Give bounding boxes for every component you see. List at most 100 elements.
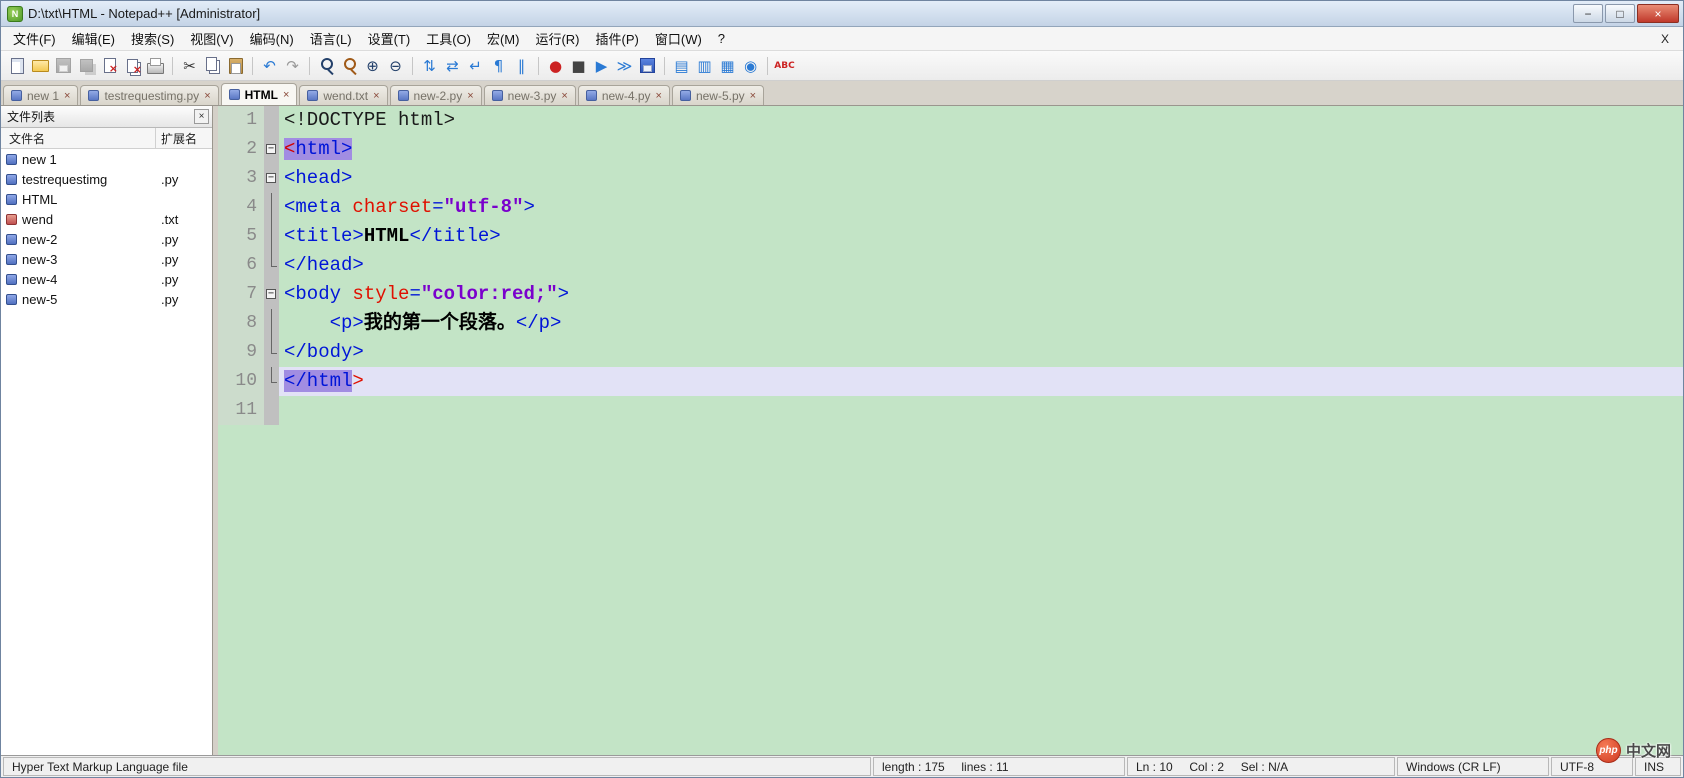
word-wrap-icon[interactable]: ↵ bbox=[465, 55, 486, 76]
tab-close-icon[interactable]: × bbox=[656, 90, 662, 102]
code-text[interactable]: </body> bbox=[279, 338, 1683, 367]
fold-collapse-icon[interactable]: − bbox=[266, 143, 276, 154]
document-tab[interactable]: wend.txt × bbox=[299, 85, 388, 105]
spell-check-icon[interactable]: ABC bbox=[774, 55, 795, 76]
file-row[interactable]: new-3 .py bbox=[1, 249, 212, 269]
editor-line: 1 <!DOCTYPE html> bbox=[218, 106, 1683, 135]
folder-workspace-icon[interactable]: ▦ bbox=[717, 55, 738, 76]
fold-margin[interactable]: − bbox=[264, 280, 279, 309]
close-file-icon[interactable] bbox=[99, 55, 120, 76]
file-list-close-icon[interactable]: × bbox=[194, 109, 209, 124]
menu-item[interactable]: 运行(R) bbox=[527, 26, 587, 51]
file-row[interactable]: new-5 .py bbox=[1, 289, 212, 309]
save-icon[interactable] bbox=[53, 55, 74, 76]
tab-label: new-4.py bbox=[601, 88, 651, 103]
stop-macro-icon[interactable]: ■ bbox=[568, 55, 589, 76]
document-tab[interactable]: new 1 × bbox=[3, 85, 79, 105]
redo-icon[interactable]: ↷ bbox=[282, 55, 303, 76]
editor-area[interactable]: 1 <!DOCTYPE html> 2− <html> 3− <head> 4 <meta c… bbox=[218, 106, 1683, 755]
code-text[interactable] bbox=[279, 396, 1683, 425]
menu-item[interactable]: 语言(L) bbox=[302, 26, 360, 51]
minimize-button[interactable]: − bbox=[1573, 4, 1603, 23]
menu-item[interactable]: 视图(V) bbox=[182, 26, 241, 51]
menu-item[interactable]: 文件(F) bbox=[5, 26, 64, 51]
tab-close-icon[interactable]: × bbox=[283, 89, 289, 101]
code-text[interactable]: <head> bbox=[279, 164, 1683, 193]
close-all-icon[interactable] bbox=[122, 55, 143, 76]
document-tab[interactable]: new-4.py × bbox=[577, 85, 670, 105]
code-text[interactable]: </html> bbox=[279, 367, 1683, 396]
column-extension[interactable]: 扩展名 bbox=[156, 130, 212, 147]
menu-item[interactable]: 窗口(W) bbox=[647, 26, 710, 51]
file-name: new 1 bbox=[22, 151, 57, 167]
tab-close-icon[interactable]: × bbox=[373, 90, 379, 102]
save-all-icon[interactable] bbox=[76, 55, 97, 76]
copy-icon[interactable] bbox=[202, 55, 223, 76]
fold-collapse-icon[interactable]: − bbox=[266, 172, 276, 183]
file-row[interactable]: wend .txt bbox=[1, 209, 212, 229]
run-macro-multiple-icon[interactable]: ≫ bbox=[614, 55, 635, 76]
print-icon[interactable] bbox=[145, 55, 166, 76]
document-tab[interactable]: testrequestimg.py × bbox=[80, 85, 219, 105]
sync-horizontal-icon[interactable]: ⇄ bbox=[442, 55, 463, 76]
menu-item[interactable]: 设置(T) bbox=[360, 26, 419, 51]
play-macro-icon[interactable]: ▶ bbox=[591, 55, 612, 76]
save-macro-icon[interactable] bbox=[637, 55, 658, 76]
close-button[interactable]: × bbox=[1637, 4, 1679, 23]
open-file-icon[interactable] bbox=[30, 55, 51, 76]
column-filename[interactable]: 文件名 bbox=[1, 128, 156, 148]
tab-saved-icon bbox=[88, 90, 100, 101]
document-tab[interactable]: new-5.py × bbox=[671, 85, 765, 105]
code-text[interactable]: <html> bbox=[279, 135, 1683, 164]
code-text[interactable]: <body style="color:red;"> bbox=[279, 280, 1683, 309]
show-all-chars-icon[interactable]: ¶ bbox=[488, 55, 509, 76]
code-text[interactable]: <meta charset="utf-8"> bbox=[279, 193, 1683, 222]
tab-close-icon[interactable]: × bbox=[204, 90, 210, 102]
record-macro-icon[interactable]: ● bbox=[545, 55, 566, 76]
menu-item[interactable]: 插件(P) bbox=[588, 26, 647, 51]
sync-vertical-icon[interactable]: ⇅ bbox=[419, 55, 440, 76]
menu-item[interactable]: 宏(M) bbox=[479, 26, 528, 51]
menu-item[interactable]: 搜索(S) bbox=[123, 26, 182, 51]
code-text[interactable]: <!DOCTYPE html> bbox=[279, 106, 1683, 135]
document-tab[interactable]: new-2.py × bbox=[389, 85, 482, 105]
fold-margin[interactable]: − bbox=[264, 164, 279, 193]
function-list-icon[interactable]: ▤ bbox=[671, 55, 692, 76]
tab-close-icon[interactable]: × bbox=[64, 90, 70, 102]
cut-icon[interactable]: ✂ bbox=[179, 55, 200, 76]
tab-close-icon[interactable]: × bbox=[750, 90, 756, 102]
fold-margin[interactable]: − bbox=[264, 135, 279, 164]
file-row[interactable]: HTML bbox=[1, 189, 212, 209]
code-text[interactable]: <p>我的第一个段落。</p> bbox=[279, 309, 1683, 338]
fold-collapse-icon[interactable]: − bbox=[266, 288, 276, 299]
file-row[interactable]: testrequestimg .py bbox=[1, 169, 212, 189]
toolbar-separator bbox=[538, 56, 539, 75]
menu-item[interactable]: 工具(O) bbox=[418, 26, 479, 51]
tab-close-icon[interactable]: × bbox=[467, 90, 473, 102]
find-icon[interactable] bbox=[316, 55, 337, 76]
code-text[interactable]: <title>HTML</title> bbox=[279, 222, 1683, 251]
paste-icon[interactable] bbox=[225, 55, 246, 76]
document-tab[interactable]: HTML × bbox=[220, 83, 298, 105]
menu-item[interactable]: 编辑(E) bbox=[64, 26, 123, 51]
file-list-column-headers: 文件名 扩展名 bbox=[1, 128, 212, 149]
menu-close-document-button[interactable]: X bbox=[1651, 32, 1679, 46]
document-map-icon[interactable]: ▥ bbox=[694, 55, 715, 76]
file-row[interactable]: new-4 .py bbox=[1, 269, 212, 289]
zoom-in-icon[interactable]: ⊕ bbox=[362, 55, 383, 76]
maximize-button[interactable]: □ bbox=[1605, 4, 1635, 23]
undo-icon[interactable]: ↶ bbox=[259, 55, 280, 76]
replace-icon[interactable] bbox=[339, 55, 360, 76]
indent-guide-icon[interactable]: ∥ bbox=[511, 55, 532, 76]
menu-item[interactable]: ? bbox=[710, 28, 733, 49]
menu-item[interactable]: 编码(N) bbox=[242, 26, 302, 51]
document-monitor-icon[interactable]: ◉ bbox=[740, 55, 761, 76]
file-row[interactable]: new 1 bbox=[1, 149, 212, 169]
document-tab[interactable]: new-3.py × bbox=[483, 85, 576, 105]
file-row[interactable]: new-2 .py bbox=[1, 229, 212, 249]
new-file-icon[interactable] bbox=[7, 55, 28, 76]
toolbar-separator bbox=[664, 56, 665, 75]
zoom-out-icon[interactable]: ⊖ bbox=[385, 55, 406, 76]
code-text[interactable]: </head> bbox=[279, 251, 1683, 280]
tab-close-icon[interactable]: × bbox=[561, 90, 567, 102]
